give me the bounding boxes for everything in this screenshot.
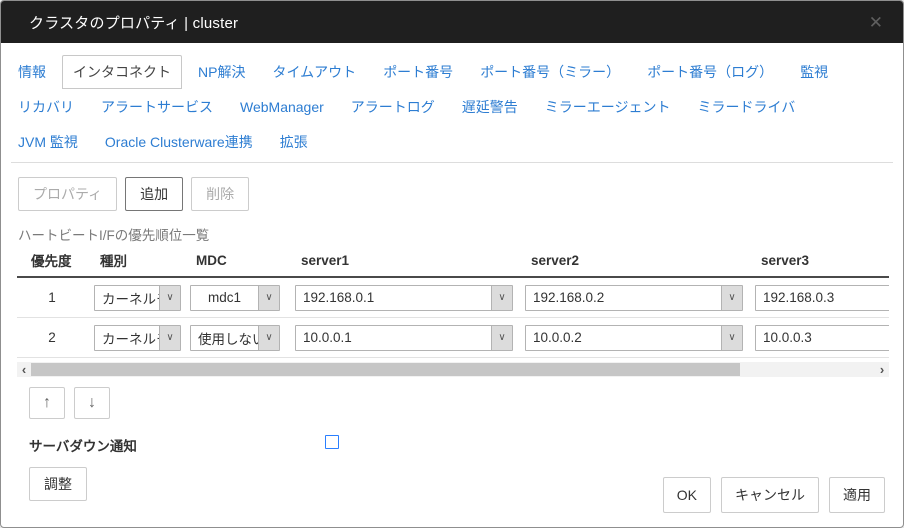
- mdc-select[interactable]: 使用しない ∨: [190, 325, 280, 351]
- tab-jvm-monitor[interactable]: JVM 監視: [7, 125, 89, 159]
- dialog-footer: OK キャンセル 適用: [663, 477, 885, 513]
- priority-value: 1: [17, 290, 87, 305]
- column-header-priority: 優先度: [17, 250, 87, 270]
- tab-mirror-driver[interactable]: ミラードライバ: [687, 90, 807, 124]
- apply-button[interactable]: 適用: [829, 477, 885, 513]
- server2-select[interactable]: 10.0.0.2 ∨: [525, 325, 743, 351]
- column-header-type: 種別: [94, 250, 181, 270]
- tab-bar: 情報 インタコネクト NP解決 タイムアウト ポート番号 ポート番号（ミラー） …: [1, 43, 903, 159]
- tab-port-number[interactable]: ポート番号: [372, 55, 464, 89]
- type-select[interactable]: カーネルモ ∨: [94, 285, 181, 311]
- column-header-server1: server1: [295, 253, 513, 268]
- column-header-mdc: MDC: [190, 253, 280, 268]
- tab-alert-log[interactable]: アラートログ: [340, 90, 446, 124]
- priority-value: 2: [17, 330, 87, 345]
- tune-button[interactable]: 調整: [29, 467, 87, 501]
- heartbeat-table-header: 優先度 種別 MDC server1 server2 server3: [17, 250, 889, 278]
- tab-row-1: 情報 インタコネクト NP解決 タイムアウト ポート番号 ポート番号（ミラー） …: [7, 55, 887, 89]
- column-header-server3: server3: [755, 253, 889, 268]
- tab-timeout[interactable]: タイムアウト: [261, 55, 367, 89]
- heartbeat-toolbar: プロパティ 追加 削除: [18, 177, 903, 211]
- dialog-titlebar: クラスタのプロパティ | cluster ✕: [1, 1, 903, 43]
- chevron-down-icon: ∨: [721, 326, 742, 350]
- table-row: 1 カーネルモ ∨ mdc1 ∨ 192.168.0.1: [17, 278, 889, 318]
- tab-oracle-clusterware[interactable]: Oracle Clusterware連携: [94, 125, 264, 159]
- scrollbar-thumb[interactable]: [31, 363, 740, 376]
- chevron-down-icon: ∨: [258, 286, 279, 310]
- chevron-down-icon: ∨: [159, 286, 180, 310]
- server-down-notify-row: サーバダウン通知: [29, 435, 903, 451]
- tab-row-3: JVM 監視 Oracle Clusterware連携 拡張: [7, 125, 887, 159]
- tab-port-number-mirror[interactable]: ポート番号（ミラー）: [469, 55, 631, 89]
- properties-button[interactable]: プロパティ: [18, 177, 117, 211]
- scroll-left-icon[interactable]: ‹: [17, 362, 31, 377]
- column-header-server2: server2: [525, 253, 743, 268]
- server3-select[interactable]: 192.168.0.3: [755, 285, 889, 311]
- close-icon[interactable]: ✕: [869, 14, 883, 31]
- tab-info[interactable]: 情報: [7, 55, 57, 89]
- chevron-down-icon: ∨: [721, 286, 742, 310]
- delete-button[interactable]: 削除: [191, 177, 249, 211]
- horizontal-scrollbar[interactable]: ‹ ›: [17, 362, 889, 377]
- add-button[interactable]: 追加: [125, 177, 183, 211]
- server1-select[interactable]: 10.0.0.1 ∨: [295, 325, 513, 351]
- heartbeat-table-viewport: 優先度 種別 MDC server1 server2 server3 1 カーネ…: [17, 250, 889, 358]
- cluster-properties-dialog: クラスタのプロパティ | cluster ✕ 情報 インタコネクト NP解決 タ…: [0, 0, 904, 528]
- ok-button[interactable]: OK: [663, 477, 711, 513]
- tab-port-number-log[interactable]: ポート番号（ログ）: [636, 55, 784, 89]
- move-up-button[interactable]: ↑: [29, 387, 65, 419]
- chevron-down-icon: ∨: [491, 286, 512, 310]
- chevron-down-icon: ∨: [159, 326, 180, 350]
- tab-monitor[interactable]: 監視: [789, 55, 839, 89]
- tab-webmanager[interactable]: WebManager: [229, 92, 335, 122]
- scrollbar-track[interactable]: [31, 362, 875, 377]
- table-row: 2 カーネルモ ∨ 使用しない ∨ 10.0.0.1 ∨: [17, 318, 889, 358]
- tab-mirror-agent[interactable]: ミラーエージェント: [534, 90, 682, 124]
- mdc-select[interactable]: mdc1 ∨: [190, 285, 280, 311]
- server-down-notify-label: サーバダウン通知: [29, 439, 137, 454]
- server-down-notify-checkbox[interactable]: [325, 435, 339, 449]
- type-select[interactable]: カーネルモ ∨: [94, 325, 181, 351]
- arrow-down-icon: ↓: [88, 394, 96, 412]
- tab-alert-service[interactable]: アラートサービス: [90, 90, 224, 124]
- chevron-down-icon: ∨: [491, 326, 512, 350]
- chevron-down-icon: ∨: [258, 326, 279, 350]
- cancel-button[interactable]: キャンセル: [721, 477, 819, 513]
- tab-recovery[interactable]: リカバリ: [7, 90, 85, 124]
- tabs-separator: [11, 162, 893, 163]
- heartbeat-list-title: ハートビートI/Fの優先順位一覧: [18, 224, 903, 244]
- dialog-title: クラスタのプロパティ | cluster: [29, 12, 869, 33]
- scroll-right-icon[interactable]: ›: [875, 362, 889, 377]
- server2-select[interactable]: 192.168.0.2 ∨: [525, 285, 743, 311]
- priority-order-buttons: ↑ ↓: [29, 387, 903, 419]
- tab-np-resolution[interactable]: NP解決: [187, 55, 256, 89]
- heartbeat-table: 優先度 種別 MDC server1 server2 server3 1 カーネ…: [17, 250, 889, 358]
- server3-select[interactable]: 10.0.0.3: [755, 325, 889, 351]
- tab-row-2: リカバリ アラートサービス WebManager アラートログ 遅延警告 ミラー…: [7, 90, 887, 124]
- arrow-up-icon: ↑: [43, 394, 51, 412]
- tab-extension[interactable]: 拡張: [269, 125, 319, 159]
- server1-select[interactable]: 192.168.0.1 ∨: [295, 285, 513, 311]
- tab-delay-warning[interactable]: 遅延警告: [451, 90, 529, 124]
- move-down-button[interactable]: ↓: [74, 387, 110, 419]
- tab-interconnect[interactable]: インタコネクト: [62, 55, 182, 89]
